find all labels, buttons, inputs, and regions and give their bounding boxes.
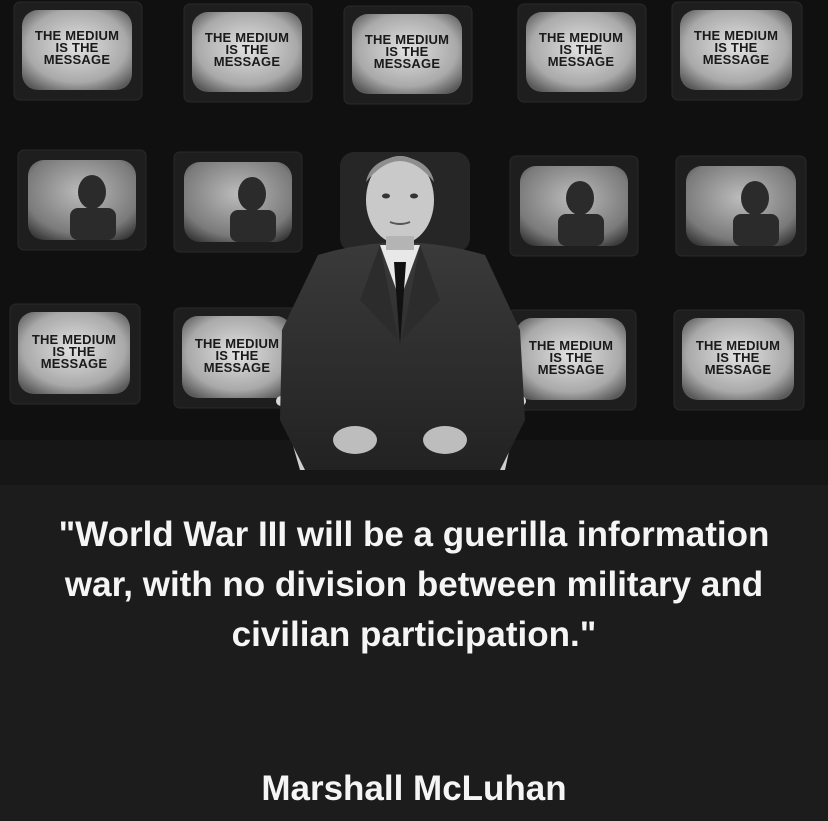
tv-screen-text: THE MEDIUM IS THE MESSAGE [528,338,614,377]
quote-text: "World War III will be a guerilla inform… [58,515,770,654]
tv-screen-text: THE MEDIUM IS THE MESSAGE [538,30,624,69]
tv-screen-text: THE MEDIUM IS THE MESSAGE [194,336,280,375]
tv-screen-text: THE MEDIUM IS THE MESSAGE [364,32,450,71]
photograph-tv-wall: THE MEDIUM IS THE MESSAGE THE MEDIUM IS THE… [0,0,828,485]
tv-screen-text: THE MEDIUM IS THE MESSAGE [693,28,779,67]
tv-screen-text: THE MEDIUM IS THE MESSAGE [31,332,117,371]
tv-wall-illustration [0,0,828,485]
caption-panel: "World War III will be a guerilla inform… [0,485,828,821]
tv-screen-text: THE MEDIUM IS THE MESSAGE [204,30,290,69]
tv-screen-text: THE MEDIUM IS THE MESSAGE [695,338,781,377]
tv-screen-text: THE MEDIUM IS THE MESSAGE [34,28,120,67]
quote-author: Marshall McLuhan [261,769,567,808]
